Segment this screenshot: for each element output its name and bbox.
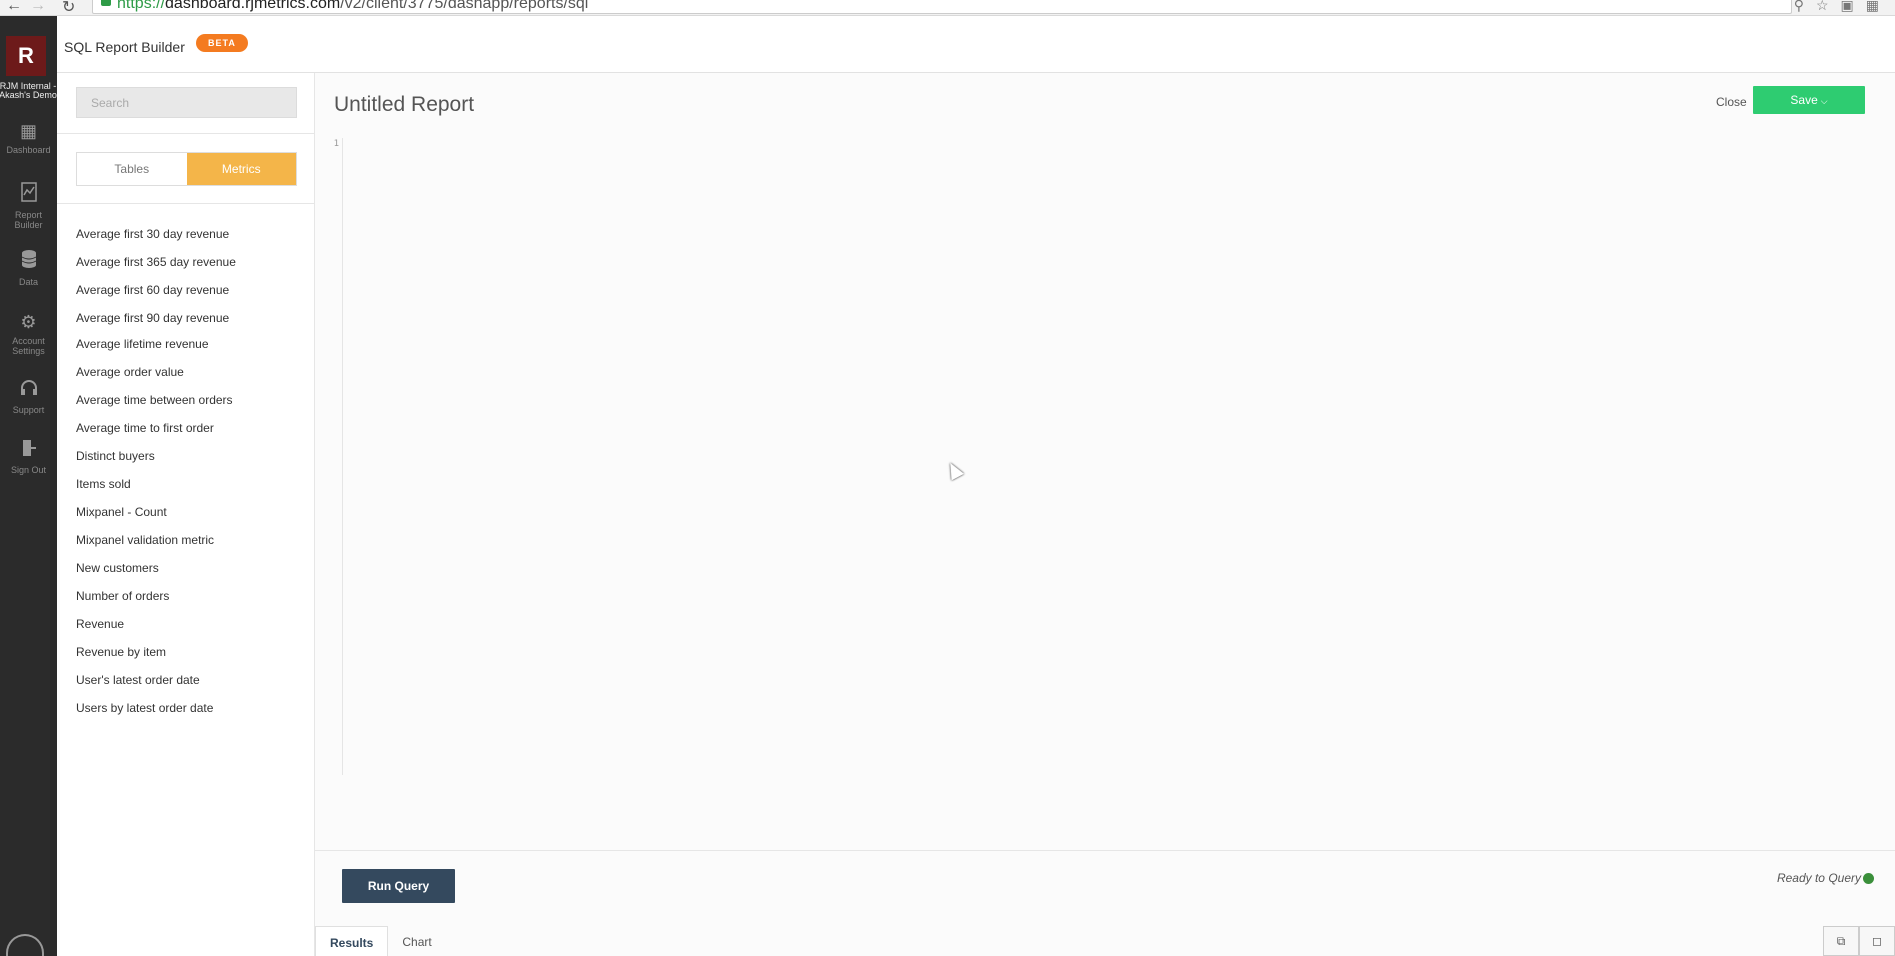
back-arrow-icon[interactable]: ←: [6, 0, 22, 15]
list-item[interactable]: Number of orders: [76, 587, 256, 605]
list-item[interactable]: Revenue by item: [76, 643, 256, 661]
report-editor-area: Untitled Report Close Save ⌵ 1 Run Query …: [315, 73, 1895, 956]
cast-icon[interactable]: ▣: [1841, 0, 1866, 13]
query-status-text: Ready to Query: [1776, 871, 1861, 885]
footer-logo-icon: [6, 934, 44, 956]
list-item[interactable]: Average time to first order: [76, 419, 256, 437]
status-indicator-icon: [1863, 873, 1874, 884]
nav-item-support[interactable]: Support: [0, 379, 57, 415]
headset-icon: [0, 379, 57, 401]
panel-controls: ⧉ ◻: [1823, 926, 1895, 956]
page-header: SQL Report Builder BETA: [57, 16, 1895, 73]
nav-item-dashboard[interactable]: ▦ Dashboard: [0, 121, 57, 155]
report-title[interactable]: Untitled Report: [334, 93, 474, 117]
lock-icon: [101, 0, 111, 6]
list-item[interactable]: Mixpanel - Count: [76, 503, 256, 521]
nav-item-account-settings[interactable]: ⚙ Account Settings: [0, 312, 57, 356]
beta-badge: BETA: [196, 34, 248, 52]
list-item[interactable]: Mixpanel validation metric: [76, 531, 256, 549]
search-input[interactable]: [76, 87, 297, 118]
divider: [315, 850, 1895, 851]
list-item[interactable]: User's latest order date: [76, 671, 256, 689]
nav-item-data[interactable]: Data: [0, 249, 57, 287]
nav-item-report-builder[interactable]: Report Builder: [0, 182, 57, 230]
app-sidebar: R RJM Internal - Akash's Demo ▦ Dashboar…: [0, 16, 57, 956]
list-item[interactable]: Average order value: [76, 363, 256, 381]
zoom-icon[interactable]: ⚲: [1794, 0, 1816, 13]
chevron-down-icon: ⌵: [1820, 96, 1828, 106]
apps-icon[interactable]: ▦: [1866, 0, 1891, 13]
reload-icon[interactable]: ↻: [62, 0, 75, 17]
url-text: https://dashboard.rjmetrics.com/v2/clien…: [117, 0, 589, 12]
metrics-panel: Tables Metrics Average first 30 day reve…: [57, 73, 315, 956]
list-item[interactable]: New customers: [76, 559, 256, 577]
browser-extension-icons: ⚲☆▣▦: [1794, 0, 1891, 14]
tables-metrics-toggle: Tables Metrics: [76, 152, 297, 186]
line-number: 1: [333, 139, 339, 149]
nav-item-sign-out[interactable]: Sign Out: [0, 439, 57, 475]
list-item[interactable]: Average first 30 day revenue: [76, 225, 256, 243]
run-query-button[interactable]: Run Query: [342, 869, 455, 903]
chart-icon: [0, 182, 57, 206]
tab-tables[interactable]: Tables: [77, 153, 187, 185]
list-item[interactable]: Average time between orders: [76, 391, 256, 409]
result-tabs: Results Chart: [315, 926, 446, 956]
tab-metrics[interactable]: Metrics: [186, 153, 296, 185]
database-icon: [0, 249, 57, 273]
app-title: SQL Report Builder: [64, 39, 185, 55]
list-item[interactable]: Items sold: [76, 475, 256, 493]
client-name[interactable]: RJM Internal - Akash's Demo: [0, 82, 60, 100]
save-button[interactable]: Save ⌵: [1753, 86, 1865, 114]
restore-window-icon[interactable]: ⧉: [1823, 926, 1859, 956]
tab-results[interactable]: Results: [315, 926, 389, 956]
list-item[interactable]: Distinct buyers: [76, 447, 256, 465]
divider: [57, 203, 315, 204]
list-item[interactable]: Average first 60 day revenue: [76, 281, 256, 299]
maximize-window-icon[interactable]: ◻: [1859, 926, 1895, 956]
list-item[interactable]: Revenue: [76, 615, 256, 633]
star-icon[interactable]: ☆: [1816, 0, 1841, 13]
address-bar[interactable]: https://dashboard.rjmetrics.com/v2/clien…: [92, 0, 1792, 14]
gear-icon: ⚙: [20, 312, 37, 332]
list-item[interactable]: Average first 90 day revenue: [76, 309, 256, 327]
app-logo[interactable]: R: [6, 36, 46, 76]
forward-arrow-icon[interactable]: →: [30, 0, 46, 15]
sql-editor[interactable]: 1: [325, 138, 1895, 775]
editor-gutter: 1: [325, 138, 343, 775]
signout-icon: [0, 439, 57, 461]
divider: [57, 133, 315, 134]
list-item[interactable]: Users by latest order date: [76, 699, 256, 717]
metric-list: Average first 30 day revenue Average fir…: [76, 225, 256, 727]
browser-toolbar: ← → ↻ https://dashboard.rjmetrics.com/v2…: [0, 0, 1895, 16]
list-item[interactable]: Average lifetime revenue: [76, 335, 256, 353]
list-item[interactable]: Average first 365 day revenue: [76, 253, 256, 271]
grid-icon: ▦: [19, 121, 37, 141]
close-button[interactable]: Close: [1716, 95, 1747, 109]
tab-chart[interactable]: Chart: [388, 926, 445, 956]
